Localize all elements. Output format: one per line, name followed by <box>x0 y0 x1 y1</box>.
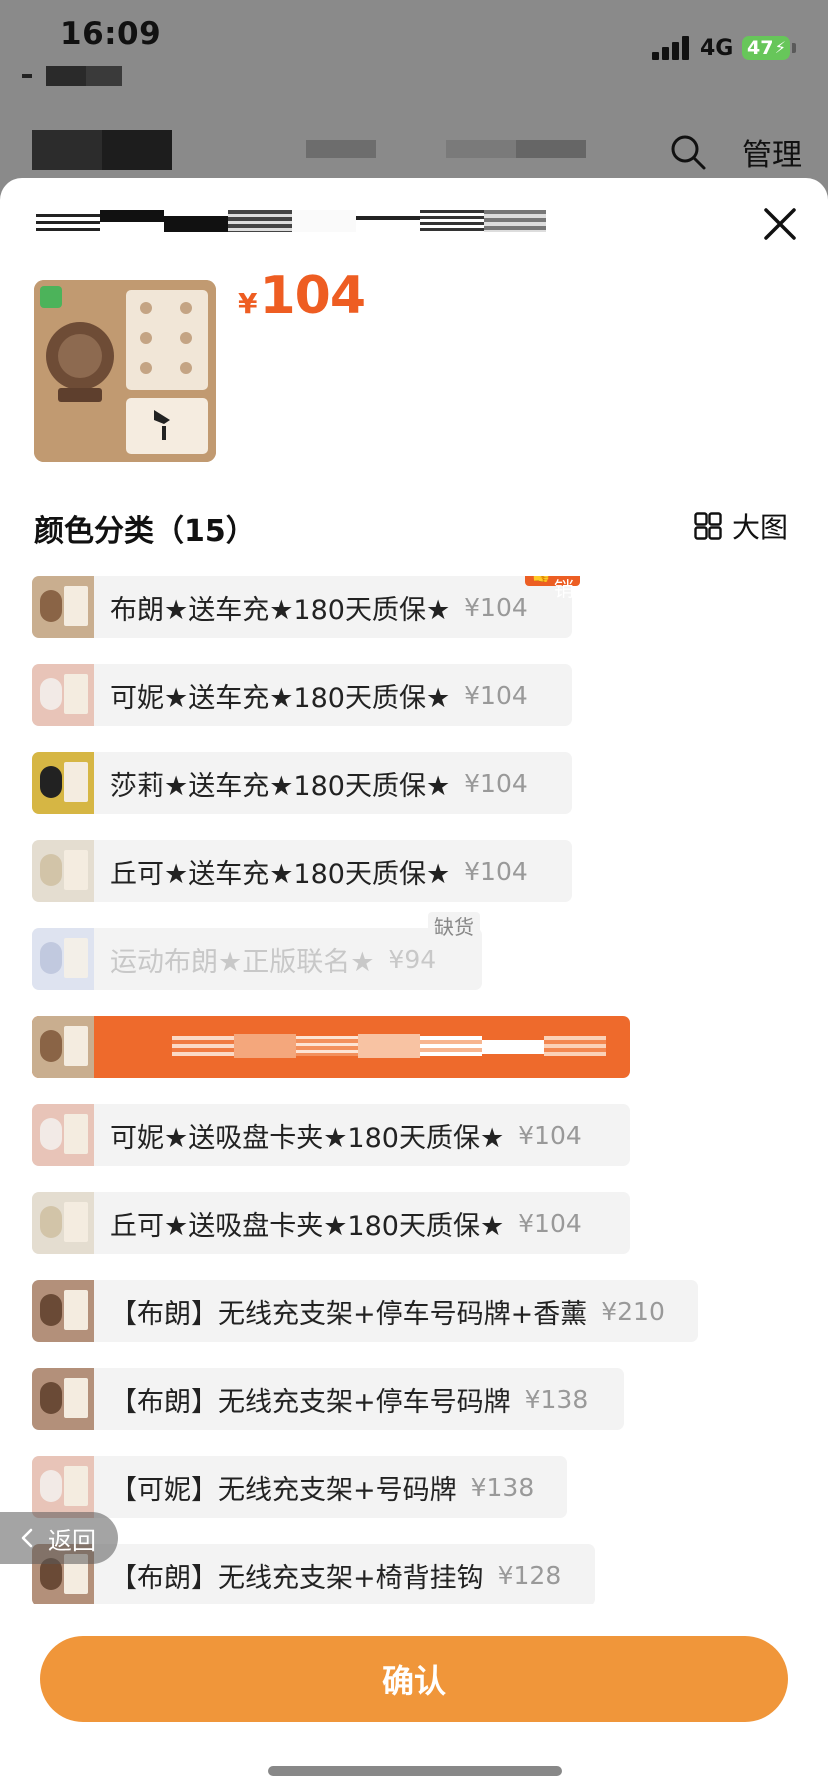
option-thumbnail <box>32 664 94 726</box>
bestseller-label: 畅销 <box>553 577 574 601</box>
sku-option[interactable]: 【布朗】无线充支架+停车号码牌+香薰 ¥210 <box>32 1280 698 1342</box>
close-icon[interactable] <box>758 202 802 246</box>
option-thumbnail <box>32 1104 94 1166</box>
redacted-carrier <box>22 66 142 86</box>
sku-option-out-of-stock[interactable]: 运动布朗★正版联名★ ¥94 缺货 <box>32 912 482 990</box>
selected-price: ¥104 <box>238 266 366 326</box>
network-type: 4G <box>700 36 734 61</box>
redacted-title <box>32 130 172 170</box>
redacted-product-title <box>36 210 546 236</box>
back-label: 返回 <box>48 1526 96 1555</box>
option-price: ¥104 <box>464 768 528 798</box>
option-price: ¥128 <box>497 1560 562 1590</box>
option-thumbnail <box>32 1016 94 1078</box>
price-amount: 104 <box>259 266 366 326</box>
option-label: 【布朗】无线充支架+停车号码牌+香薰 <box>110 1298 588 1330</box>
grid-icon <box>694 512 722 540</box>
out-of-stock-badge: 缺货 <box>428 912 480 939</box>
option-thumbnail <box>32 1192 94 1254</box>
sku-option-list: 布朗★送车充★180天质保★ ¥104 👍畅销 可妮★送车充★180天质保★ ¥… <box>0 576 828 1604</box>
option-price: ¥210 <box>601 1296 665 1326</box>
battery-icon: 47 ⚡ <box>742 36 790 60</box>
status-time: 16:09 <box>60 16 162 52</box>
big-picture-label: 大图 <box>732 511 789 544</box>
option-thumbnail <box>32 752 94 814</box>
sku-option[interactable]: 布朗★送车充★180天质保★ ¥104 👍畅销 <box>32 576 580 638</box>
option-label: 莎莉★送车充★180天质保★ <box>110 770 451 802</box>
option-label: 丘可★送吸盘卡夹★180天质保★ <box>110 1210 505 1242</box>
option-label: 【可妮】无线充支架+号码牌 <box>110 1474 457 1506</box>
sku-option[interactable]: 【可妮】无线充支架+号码牌 ¥138 <box>32 1456 567 1518</box>
option-price: ¥138 <box>470 1472 535 1502</box>
option-label: 可妮★送吸盘卡夹★180天质保★ <box>110 1122 505 1154</box>
option-price: ¥104 <box>464 856 528 886</box>
sku-option-selected[interactable] <box>32 1016 630 1078</box>
price-symbol: ¥ <box>238 287 258 320</box>
confirm-button[interactable]: 确认 <box>40 1636 788 1722</box>
product-illustration <box>34 280 216 462</box>
option-price: ¥104 <box>518 1120 582 1150</box>
battery-tip <box>792 43 796 53</box>
option-thumbnail <box>32 1280 94 1342</box>
search-icon[interactable] <box>668 132 708 172</box>
option-label: 【布朗】无线充支架+停车号码牌 <box>110 1386 511 1418</box>
sku-option[interactable]: 丘可★送车充★180天质保★ ¥104 <box>32 840 572 902</box>
sku-option[interactable]: 可妮★送吸盘卡夹★180天质保★ ¥104 <box>32 1104 630 1166</box>
sku-option[interactable]: 【布朗】无线充支架+停车号码牌 ¥138 <box>32 1368 624 1430</box>
option-label: 运动布朗★正版联名★ <box>110 946 375 978</box>
back-button[interactable]: 返回 <box>0 1512 118 1564</box>
option-thumbnail <box>32 840 94 902</box>
bestseller-badge: 👍畅销 <box>525 576 580 601</box>
thumbs-up-icon: 👍 <box>531 576 551 583</box>
redacted-subtitle <box>306 140 586 158</box>
option-thumbnail <box>32 1456 94 1518</box>
charging-bolt-icon: ⚡ <box>774 38 786 57</box>
signal-icon <box>652 36 692 60</box>
option-price: ¥104 <box>464 592 528 622</box>
battery-level: 47 <box>747 37 774 59</box>
option-thumbnail <box>32 1368 94 1430</box>
option-price: ¥138 <box>524 1384 589 1414</box>
option-price: ¥104 <box>464 680 528 710</box>
option-thumbnail <box>32 576 94 638</box>
sku-sheet: ¥104 颜色分类（15） 大图 布朗★送车充★180天质保★ ¥104 👍畅销… <box>0 178 828 1792</box>
chevron-left-icon <box>21 1528 33 1548</box>
big-picture-toggle[interactable]: 大图 <box>694 506 788 546</box>
sku-option[interactable]: 莎莉★送车充★180天质保★ ¥104 <box>32 752 572 814</box>
sku-option[interactable]: 丘可★送吸盘卡夹★180天质保★ ¥104 <box>32 1192 630 1254</box>
status-bar: 16:09 4G 47 ⚡ <box>0 0 828 100</box>
product-image[interactable] <box>34 280 216 462</box>
home-indicator <box>268 1766 562 1776</box>
option-label: 丘可★送车充★180天质保★ <box>110 858 451 890</box>
option-price: ¥94 <box>388 944 437 974</box>
redacted-option-label <box>172 1034 612 1058</box>
option-label: 【布朗】无线充支架+椅背挂钩 <box>110 1562 484 1594</box>
sku-option[interactable]: 可妮★送车充★180天质保★ ¥104 <box>32 664 572 726</box>
option-thumbnail <box>32 928 94 990</box>
app-header: 管理 <box>0 100 828 180</box>
option-price: ¥104 <box>518 1208 582 1238</box>
color-category-title: 颜色分类（15） <box>34 514 256 549</box>
option-label: 布朗★送车充★180天质保★ <box>110 594 451 626</box>
manage-button[interactable]: 管理 <box>742 130 802 174</box>
sku-option[interactable]: 【布朗】无线充支架+椅背挂钩 ¥128 <box>32 1544 595 1604</box>
option-label: 可妮★送车充★180天质保★ <box>110 682 451 714</box>
